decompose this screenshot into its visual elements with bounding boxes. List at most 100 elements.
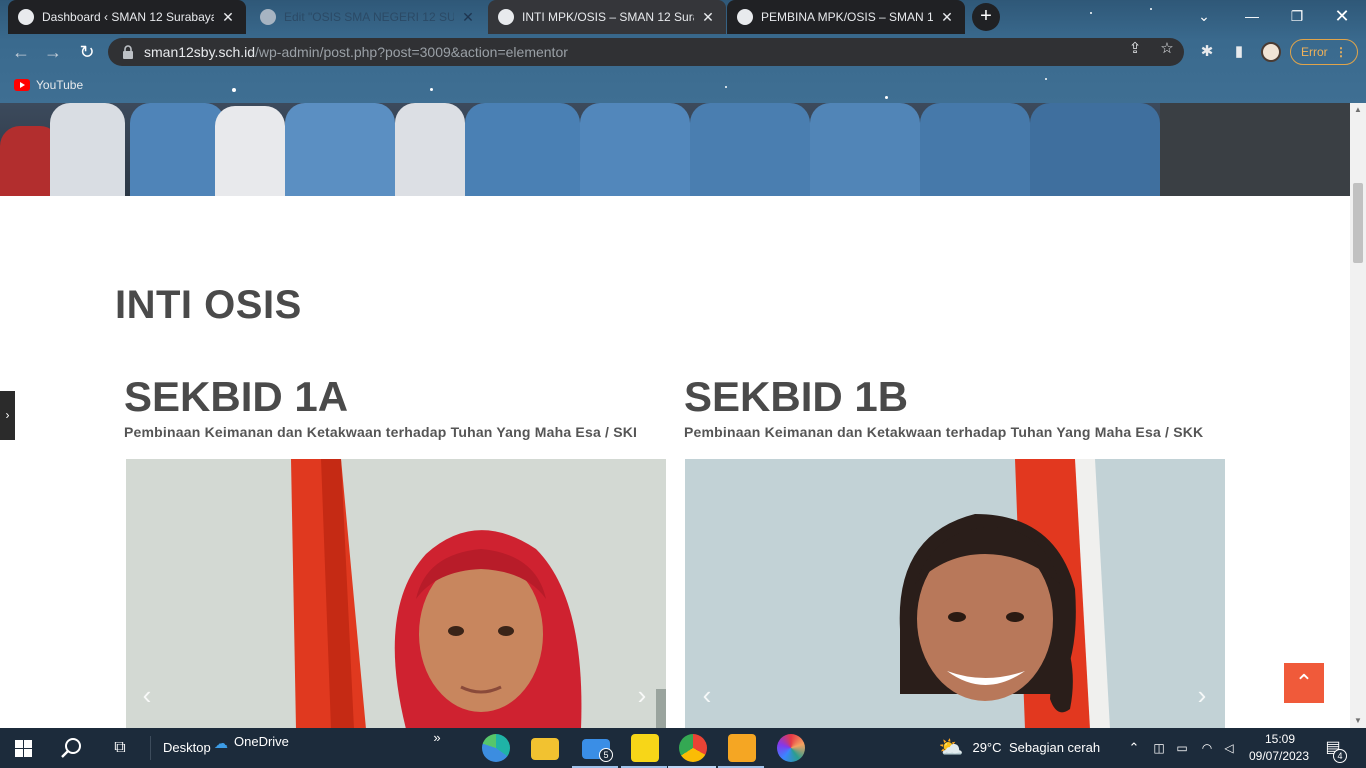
reload-icon[interactable]: ↻: [76, 41, 98, 63]
address-bar[interactable]: sman12sby.sch.id/wp-admin/post.php?post=…: [108, 38, 1184, 66]
tab-strip: Dashboard ‹ SMAN 12 Surabaya ✕ Edit "OSI…: [0, 0, 1366, 34]
close-icon[interactable]: ✕: [700, 9, 716, 26]
carousel-prev-icon[interactable]: ‹: [695, 682, 719, 708]
tab-title: Edit "OSIS SMA NEGERI 12 SURA: [284, 10, 454, 24]
tab-search-icon[interactable]: ⌄: [1182, 4, 1226, 28]
bookmarks-bar: YouTube: [0, 70, 1366, 100]
toolbar-overflow-icon[interactable]: »: [430, 718, 444, 758]
browser-chrome: Dashboard ‹ SMAN 12 Surabaya ✕ Edit "OSI…: [0, 0, 1366, 103]
forward-icon[interactable]: →: [42, 41, 64, 63]
back-to-top-button[interactable]: ⌃: [1284, 663, 1324, 703]
desktop-toolbar[interactable]: Desktop: [163, 728, 211, 768]
chrome-icon[interactable]: [679, 734, 707, 762]
share-icon[interactable]: ⇪: [1126, 40, 1144, 58]
close-icon[interactable]: ✕: [939, 9, 955, 26]
new-tab-button[interactable]: +: [972, 3, 1000, 31]
hero-figure: [395, 103, 465, 196]
hero-figure: [810, 103, 920, 196]
hero-figure: [580, 103, 690, 196]
hero-figure: [50, 103, 125, 196]
windows-taskbar: ⧉ Desktop ☁ OneDrive » 5 ⛅ 29°C Sebagian…: [0, 728, 1366, 768]
minimize-icon[interactable]: —: [1230, 4, 1274, 28]
battery-icon[interactable]: ▭: [1173, 728, 1191, 768]
carousel-next-icon[interactable]: ›: [630, 682, 654, 708]
hero-figure: [465, 103, 580, 196]
meet-now-icon[interactable]: ◫: [1151, 728, 1167, 768]
clock-date[interactable]: 09/07/2023: [1248, 749, 1310, 765]
tab-dashboard[interactable]: Dashboard ‹ SMAN 12 Surabaya ✕: [8, 0, 246, 34]
taskbar-divider: [150, 736, 151, 760]
section-title: INTI OSIS: [115, 283, 302, 327]
extensions-icon[interactable]: ✱: [1198, 43, 1216, 61]
weather-icon[interactable]: ⛅: [938, 728, 964, 768]
elementor-panel-toggle[interactable]: ›: [0, 391, 15, 440]
hero-background: [1160, 103, 1350, 196]
clock-time[interactable]: 15:09: [1252, 732, 1308, 748]
scroll-down-icon[interactable]: ▼: [1350, 714, 1366, 728]
tab-inti-mpk-osis[interactable]: INTI MPK/OSIS – SMAN 12 Surab ✕: [488, 0, 726, 34]
bookmark-youtube[interactable]: YouTube: [14, 78, 83, 92]
hero-figure: [285, 103, 395, 196]
photos-app-icon[interactable]: [777, 734, 805, 762]
onedrive-toolbar[interactable]: OneDrive: [234, 722, 294, 762]
task-view-icon[interactable]: ⧉: [106, 728, 134, 768]
tab-title: INTI MPK/OSIS – SMAN 12 Surab: [522, 10, 694, 24]
browser-toolbar: ← → ↻ sman12sby.sch.id/wp-admin/post.php…: [0, 34, 1366, 70]
lock-icon: [123, 45, 133, 59]
wifi-icon[interactable]: ◠: [1198, 728, 1216, 768]
page-scrollbar[interactable]: ▲ ▼: [1350, 103, 1366, 728]
column-title-sekbid-1b: SEKBID 1B: [684, 373, 909, 420]
scrollbar-thumb[interactable]: [1353, 183, 1363, 263]
student-photo: [126, 459, 666, 728]
close-icon[interactable]: ✕: [460, 9, 476, 26]
column-subtitle-sekbid-1b: Pembinaan Keimanan dan Ketakwaan terhada…: [684, 424, 1204, 440]
tab-title: Dashboard ‹ SMAN 12 Surabaya: [42, 10, 214, 24]
weather-description[interactable]: Sebagian cerah: [1009, 728, 1109, 768]
url-path: /wp-admin/post.php?post=3009&action=elem…: [255, 44, 568, 60]
hero-figure: [920, 103, 1030, 196]
scroll-up-icon[interactable]: ▲: [1350, 103, 1366, 117]
photo-carousel-sekbid-1b[interactable]: [685, 459, 1225, 728]
youtube-icon: [14, 79, 30, 91]
tab-title: PEMBINA MPK/OSIS – SMAN 12: [761, 10, 933, 24]
profile-avatar[interactable]: [1261, 42, 1281, 62]
weather-temperature[interactable]: 29°C: [970, 728, 1004, 768]
restore-icon[interactable]: ❐: [1275, 4, 1319, 28]
url-text: sman12sby.sch.id/wp-admin/post.php?post=…: [144, 44, 568, 60]
onedrive-cloud-icon: ☁: [214, 735, 228, 751]
carousel-next-icon[interactable]: ›: [1190, 682, 1214, 708]
show-hidden-icons-icon[interactable]: ⌃: [1126, 728, 1142, 768]
back-icon[interactable]: ←: [10, 41, 32, 63]
bookmark-star-icon[interactable]: ☆: [1158, 40, 1176, 58]
globe-icon: [498, 9, 514, 25]
photo-carousel-sekbid-1a[interactable]: [126, 459, 666, 728]
side-panel-icon[interactable]: ▮: [1230, 43, 1248, 61]
notification-count-badge: 4: [1333, 749, 1347, 763]
edge-icon[interactable]: [482, 734, 510, 762]
url-domain: sman12sby.sch.id: [144, 44, 256, 60]
tab-edit-osis[interactable]: Edit "OSIS SMA NEGERI 12 SURA ✕: [250, 0, 486, 34]
file-explorer-icon[interactable]: [531, 738, 559, 760]
error-button[interactable]: Error ⋮: [1290, 39, 1358, 65]
volume-icon[interactable]: ◁: [1220, 728, 1238, 768]
close-icon[interactable]: ✕: [220, 9, 236, 26]
globe-icon: [260, 9, 276, 25]
bookmark-label: YouTube: [36, 78, 84, 92]
column-title-sekbid-1a: SEKBID 1A: [124, 373, 349, 420]
sticky-notes-icon[interactable]: [631, 734, 659, 762]
column-subtitle-sekbid-1a: Pembinaan Keimanan dan Ketakwaan terhada…: [124, 424, 638, 440]
hero-figure: [130, 103, 225, 196]
windows-start-icon[interactable]: [15, 740, 32, 757]
app-icon[interactable]: [728, 734, 756, 762]
search-icon[interactable]: [61, 737, 83, 759]
more-menu-icon: ⋮: [1335, 45, 1347, 59]
tab-pembina-mpk-osis[interactable]: PEMBINA MPK/OSIS – SMAN 12 ✕: [727, 0, 965, 34]
student-photo: [685, 459, 1225, 728]
carousel-prev-icon[interactable]: ‹: [135, 682, 159, 708]
hero-banner-image: [0, 103, 1350, 196]
window-close-icon[interactable]: ✕: [1320, 4, 1364, 28]
mail-badge: 5: [599, 748, 613, 762]
globe-icon: [18, 9, 34, 25]
hero-figure: [1030, 103, 1160, 196]
hero-figure: [690, 103, 810, 196]
